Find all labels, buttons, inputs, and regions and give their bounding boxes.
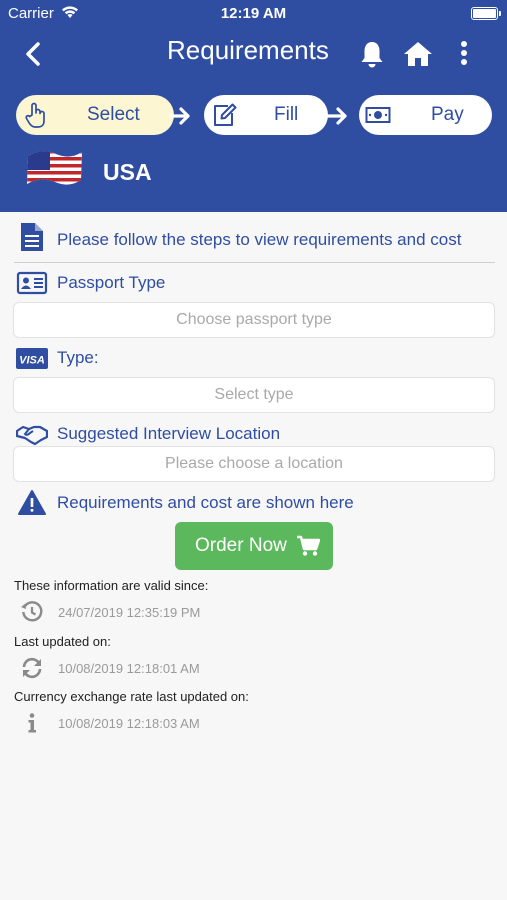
id-card-icon bbox=[16, 271, 48, 295]
passport-type-select[interactable]: Choose passport type bbox=[13, 302, 495, 338]
money-icon bbox=[365, 107, 391, 123]
valid-since-label: These information are valid since: bbox=[14, 578, 209, 593]
step-arrow-icon bbox=[169, 107, 190, 125]
interview-location-label: Suggested Interview Location bbox=[57, 424, 281, 443]
home-icon[interactable] bbox=[401, 38, 435, 70]
pointer-hand-icon bbox=[25, 102, 45, 128]
step-pay-label: Pay bbox=[431, 104, 464, 125]
step-pay[interactable]: Pay bbox=[359, 95, 492, 135]
history-icon bbox=[21, 601, 43, 622]
refresh-icon bbox=[22, 657, 42, 679]
currency-updated-value: 10/08/2019 12:18:03 AM bbox=[58, 716, 200, 731]
cart-icon bbox=[297, 535, 320, 556]
svg-text:VISA: VISA bbox=[19, 355, 45, 367]
page-title: Requirements bbox=[167, 35, 329, 65]
valid-since-value: 24/07/2019 12:35:19 PM bbox=[58, 605, 201, 620]
instructions-text: Please follow the steps to view requirem… bbox=[57, 230, 462, 249]
step-fill-label: Fill bbox=[274, 104, 299, 125]
last-updated-value: 10/08/2019 12:18:01 AM bbox=[58, 661, 200, 676]
bell-icon[interactable] bbox=[356, 38, 388, 70]
interview-location-select[interactable]: Please choose a location bbox=[13, 446, 495, 482]
step-fill[interactable]: Fill bbox=[204, 95, 328, 135]
back-arrow-icon[interactable] bbox=[18, 38, 50, 70]
country-name: USA bbox=[103, 159, 152, 185]
handshake-icon bbox=[16, 425, 48, 446]
visa-card-icon: VISA bbox=[16, 348, 48, 369]
divider bbox=[14, 262, 495, 263]
document-icon bbox=[21, 223, 43, 251]
edit-icon bbox=[214, 103, 237, 126]
more-vertical-icon[interactable] bbox=[454, 38, 474, 70]
step-select-label: Select bbox=[87, 104, 140, 125]
info-icon bbox=[28, 713, 36, 733]
status-bar: Carrier 12:19 AM bbox=[0, 0, 507, 28]
requirements-notice: Requirements and cost are shown here bbox=[57, 493, 354, 512]
passport-type-label: Passport Type bbox=[57, 273, 166, 292]
order-now-button[interactable]: Order Now bbox=[175, 522, 333, 570]
warning-icon bbox=[18, 490, 46, 515]
battery-icon bbox=[471, 7, 501, 20]
currency-updated-label: Currency exchange rate last updated on: bbox=[14, 689, 249, 704]
step-arrow-icon bbox=[326, 107, 347, 125]
type-label: Type: bbox=[57, 348, 99, 367]
type-select[interactable]: Select type bbox=[13, 377, 495, 413]
order-now-label: Order Now bbox=[195, 535, 287, 556]
us-flag-icon bbox=[27, 151, 82, 185]
last-updated-label: Last updated on: bbox=[14, 634, 111, 649]
steps-header: Select Fill Pay USA bbox=[0, 80, 507, 212]
step-select[interactable]: Select bbox=[16, 95, 174, 135]
requirements-form: Please follow the steps to view requirem… bbox=[0, 212, 507, 900]
clock: 12:19 AM bbox=[220, 5, 287, 22]
nav-bar: Requirements bbox=[0, 28, 507, 80]
